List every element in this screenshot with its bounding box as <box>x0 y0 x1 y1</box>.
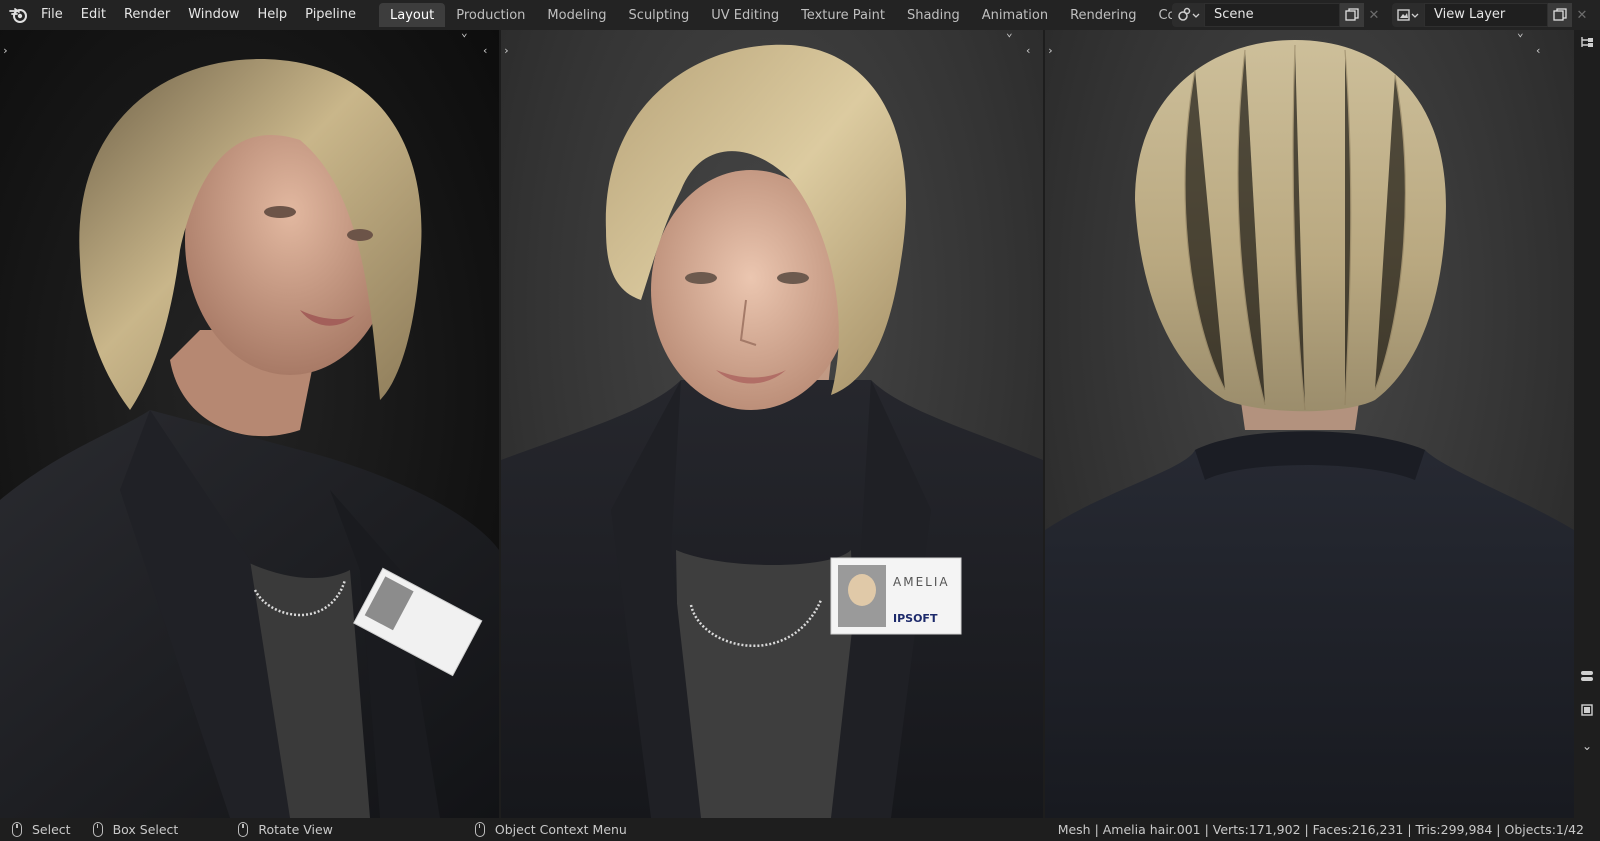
status-box-select: Box Select <box>92 822 179 837</box>
status-box-select-label: Box Select <box>112 822 179 837</box>
mouse-middle-icon <box>238 822 249 837</box>
workspace-tabs: Layout Production Modeling Sculpting UV … <box>379 0 1291 30</box>
blender-logo-icon[interactable] <box>6 2 32 28</box>
viewport-right[interactable]: › ‹ ⌄ <box>1045 30 1574 818</box>
scene-selector: Scene ✕ View Layer ✕ <box>1172 3 1592 27</box>
tab-shading[interactable]: Shading <box>896 3 971 27</box>
tab-uv-editing[interactable]: UV Editing <box>700 3 790 27</box>
status-context-menu: Object Context Menu <box>474 822 627 837</box>
status-select: Select <box>12 822 71 837</box>
chevron-down-icon[interactable]: ⌄ <box>1577 736 1597 756</box>
character-render-front: AMELIA IPSOFT <box>501 44 1043 818</box>
toggle-icon[interactable] <box>1577 666 1597 686</box>
menu-window[interactable]: Window <box>179 3 248 27</box>
close-icon[interactable]: ✕ <box>1572 3 1592 27</box>
sidebar-toggle-icon[interactable]: ‹ <box>1535 44 1542 57</box>
toolbar-toggle-icon[interactable]: › <box>2 44 9 57</box>
menu-render[interactable]: Render <box>115 3 179 27</box>
sidebar-toggle-icon[interactable]: ‹ <box>482 44 489 57</box>
frame-icon[interactable] <box>1577 700 1597 720</box>
viewport-left[interactable]: › ‹ ⌄ <box>0 30 499 818</box>
status-context-menu-label: Object Context Menu <box>494 822 627 837</box>
status-bar: Select Box Select Rotate View Object Con… <box>0 818 1600 841</box>
toolbar-toggle-icon[interactable]: › <box>503 44 510 57</box>
menu-file[interactable]: File <box>32 3 72 27</box>
tab-sculpting[interactable]: Sculpting <box>618 3 701 27</box>
properties-strip: ⌄ <box>1574 30 1600 818</box>
header-collapse-icon[interactable]: ⌄ <box>461 30 468 39</box>
sidebar-toggle-icon[interactable]: ‹ <box>1025 44 1032 57</box>
duplicate-icon[interactable] <box>1548 3 1572 27</box>
status-rotate-view: Rotate View <box>238 822 333 837</box>
character-render-back <box>1045 40 1574 818</box>
close-icon[interactable]: ✕ <box>1364 3 1384 27</box>
duplicate-icon[interactable] <box>1340 3 1364 27</box>
tab-rendering[interactable]: Rendering <box>1059 3 1147 27</box>
tab-production[interactable]: Production <box>445 3 536 27</box>
tab-texture-paint[interactable]: Texture Paint <box>790 3 896 27</box>
outliner-icon[interactable] <box>1577 32 1597 52</box>
menu-pipeline[interactable]: Pipeline <box>296 3 365 27</box>
tab-animation[interactable]: Animation <box>971 3 1059 27</box>
view-layer-field[interactable]: View Layer <box>1424 3 1548 27</box>
view-layer-icon[interactable] <box>1392 3 1424 27</box>
main-menu: File Edit Render Window Help Pipeline <box>32 3 365 27</box>
viewport-center[interactable]: AMELIA IPSOFT › ‹ ⌄ <box>501 30 1043 818</box>
badge-name: AMELIA <box>893 575 950 589</box>
top-bar: File Edit Render Window Help Pipeline La… <box>0 0 1600 30</box>
mouse-right-icon <box>474 822 485 837</box>
mouse-left-icon <box>12 822 22 837</box>
scene-name-field[interactable]: Scene <box>1204 3 1340 27</box>
header-collapse-icon[interactable]: ⌄ <box>1006 30 1013 39</box>
tab-modeling[interactable]: Modeling <box>536 3 617 27</box>
header-collapse-icon[interactable]: ⌄ <box>1517 30 1524 39</box>
mouse-drag-icon <box>92 822 103 837</box>
status-select-label: Select <box>32 822 71 837</box>
badge-logo: IPSOFT <box>893 612 938 625</box>
menu-help[interactable]: Help <box>249 3 297 27</box>
scene-icon[interactable] <box>1172 3 1204 27</box>
toolbar-toggle-icon[interactable]: › <box>1047 44 1054 57</box>
status-rotate-view-label: Rotate View <box>258 822 333 837</box>
tab-layout[interactable]: Layout <box>379 3 446 27</box>
character-render-three-quarter <box>0 59 499 818</box>
scene-statistics: Mesh | Amelia hair.001 | Verts:171,902 |… <box>1057 822 1584 837</box>
menu-edit[interactable]: Edit <box>72 3 115 27</box>
